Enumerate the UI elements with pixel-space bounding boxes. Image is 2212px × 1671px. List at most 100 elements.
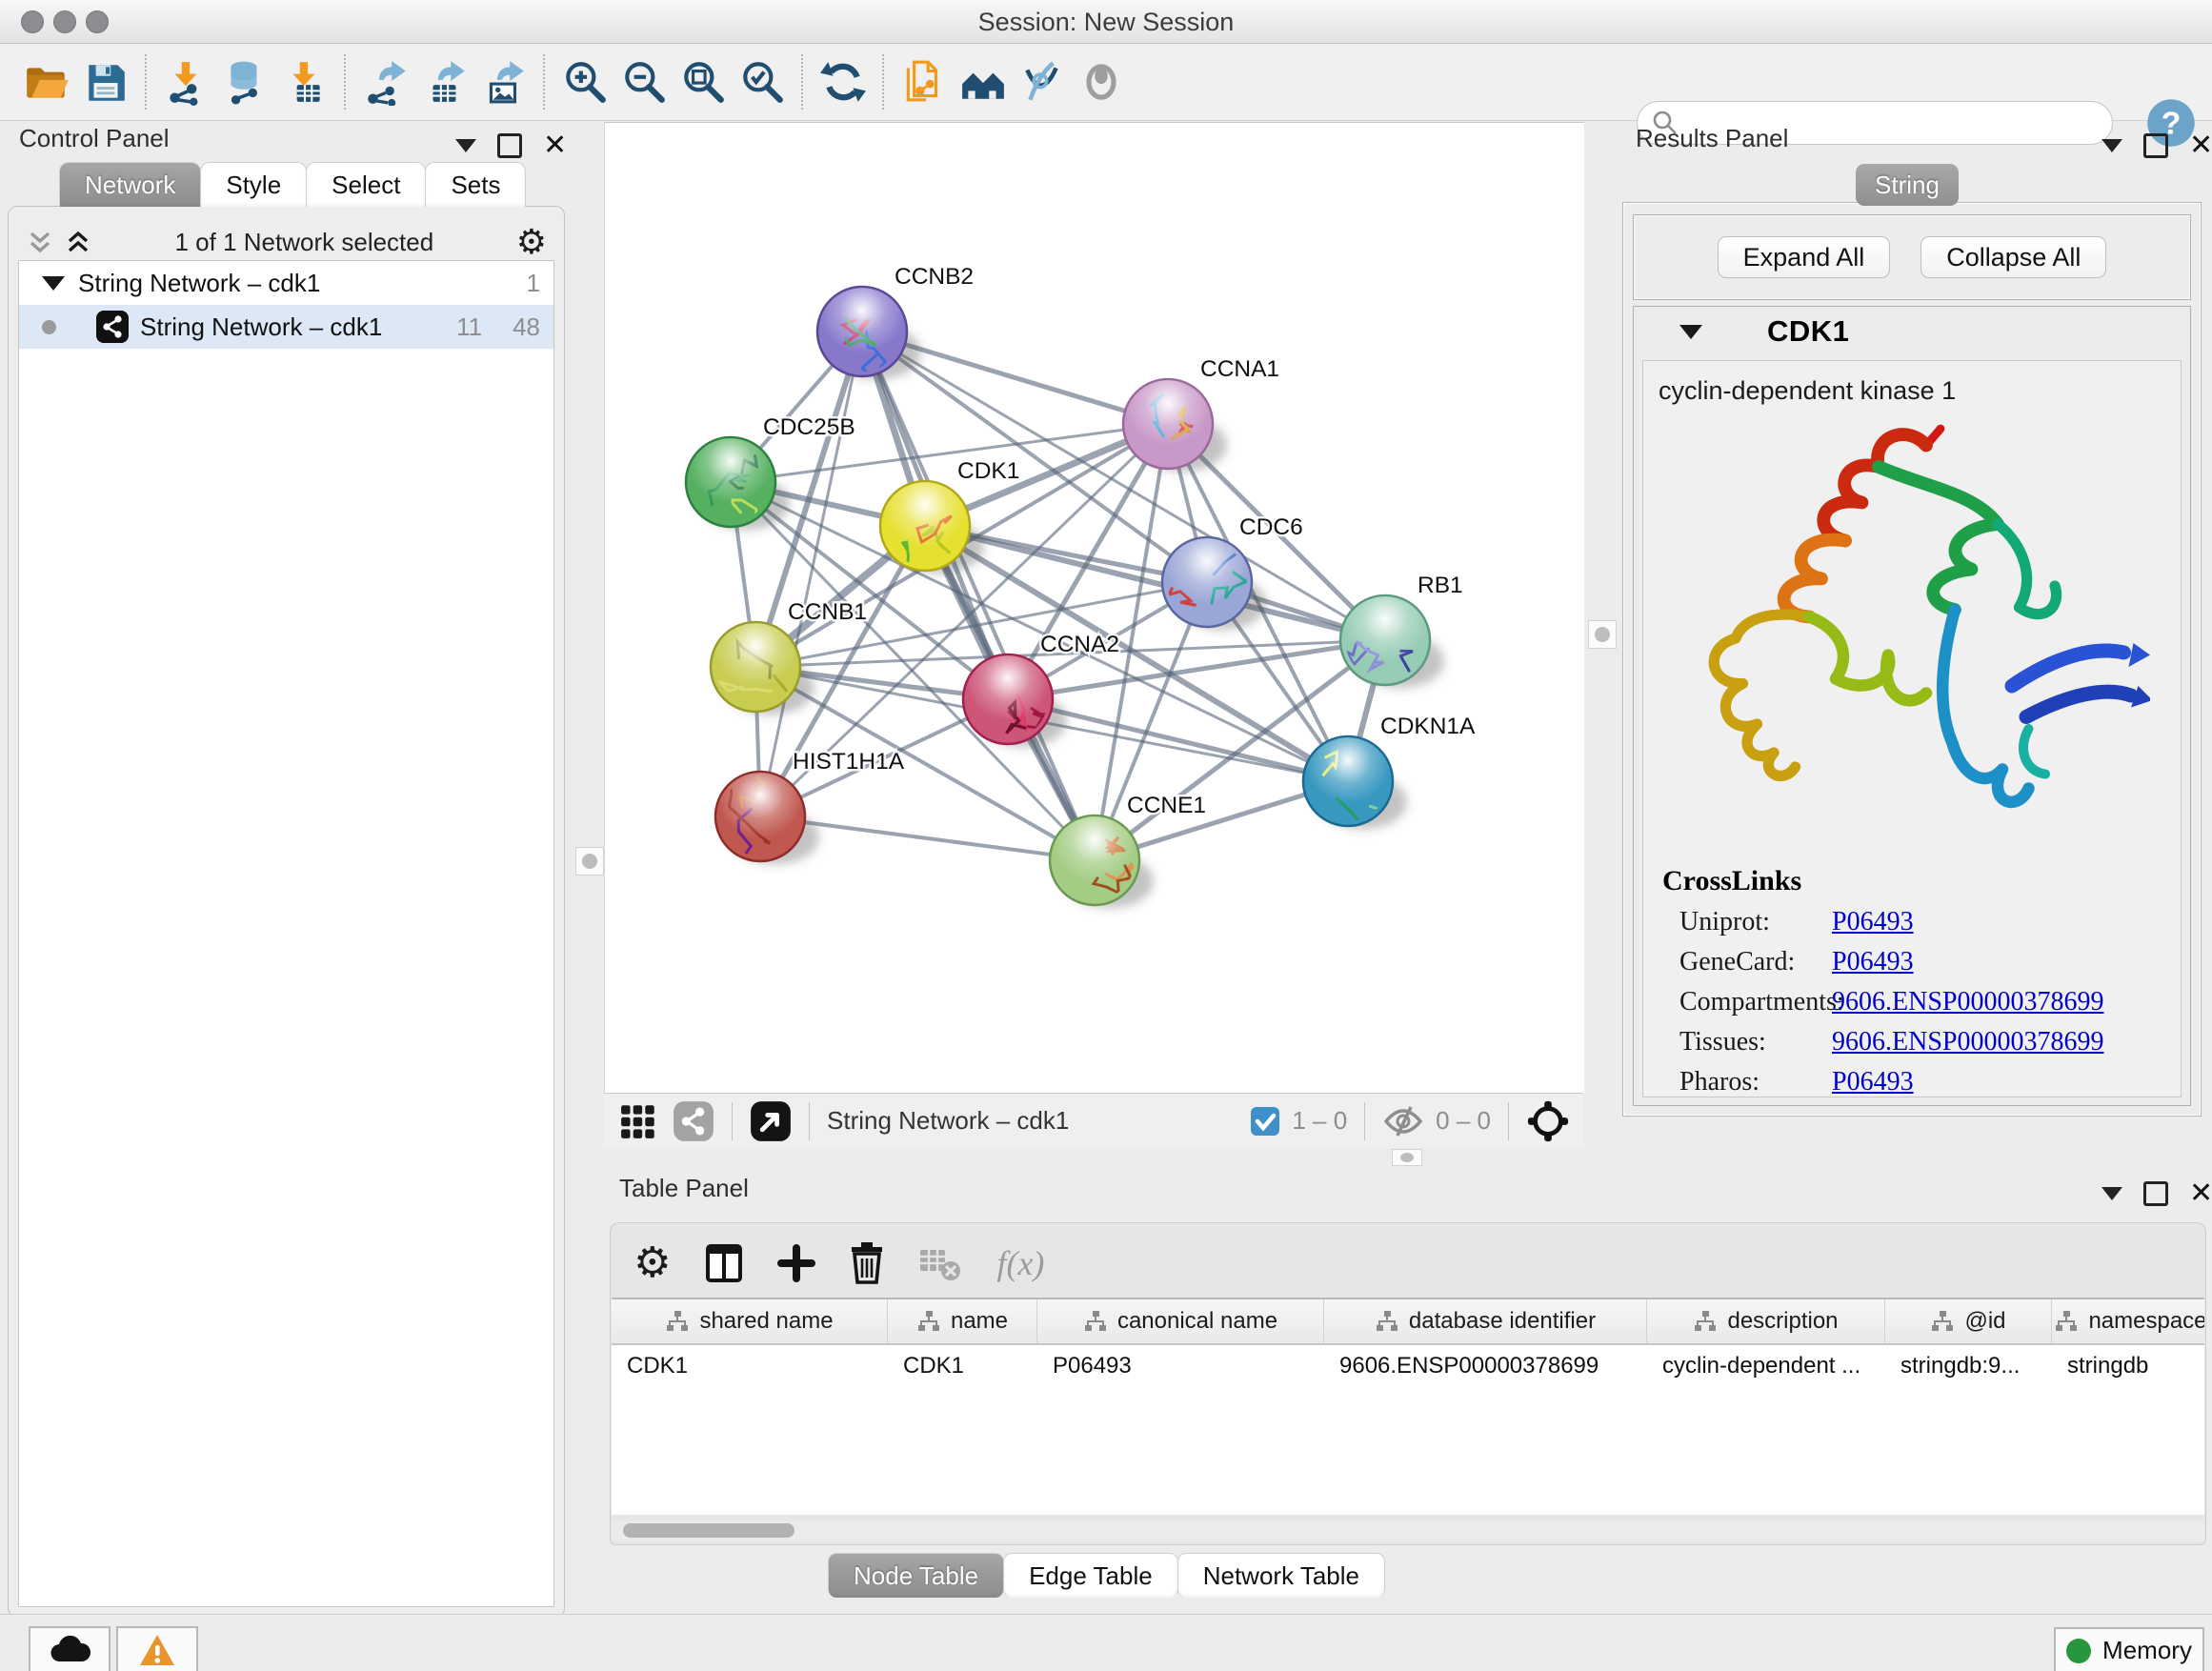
float-panel-icon[interactable] <box>497 133 522 158</box>
network-canvas[interactable]: CCNB2CCNA1CDC25BCDK1CDC6RB1CCNB1CCNA2CDK… <box>604 122 1584 1094</box>
hidden-eye-slash-icon[interactable] <box>1382 1105 1424 1137</box>
edges[interactable] <box>731 332 1385 860</box>
string-home-button[interactable] <box>954 51 1013 112</box>
tab-select[interactable]: Select <box>306 162 426 207</box>
gloss-highlight <box>1124 380 1212 468</box>
function-builder-icon[interactable]: f(x) <box>996 1243 1044 1283</box>
float-panel-icon[interactable] <box>2143 133 2168 158</box>
right-splitter-handle[interactable] <box>1588 620 1617 649</box>
show-columns-icon[interactable] <box>705 1242 743 1284</box>
column-header-namespace[interactable]: namespace <box>2052 1299 2204 1343</box>
import-network-button[interactable] <box>157 51 216 112</box>
import-table-button[interactable] <box>275 51 334 112</box>
zoom-selected-button[interactable] <box>733 51 792 112</box>
automation-status-button[interactable] <box>29 1626 111 1671</box>
delete-table-icon[interactable] <box>918 1244 962 1282</box>
collapse-all-button[interactable]: Collapse All <box>1920 236 2106 278</box>
table-cell[interactable]: cyclin-dependent ... <box>1647 1353 1885 1379</box>
zoom-out-button[interactable] <box>614 51 674 112</box>
birds-eye-view-icon[interactable] <box>750 1100 792 1142</box>
table-cell[interactable]: CDK1 <box>888 1353 1037 1379</box>
horizontal-splitter-handle[interactable] <box>1392 1149 1422 1166</box>
collapse-panel-icon[interactable] <box>2101 1187 2122 1200</box>
table-horizontal-scrollbar[interactable] <box>612 1520 2204 1541</box>
column-header-shared-name[interactable]: shared name <box>612 1299 888 1343</box>
export-table-button[interactable] <box>415 51 474 112</box>
open-session-button[interactable] <box>17 51 76 112</box>
node-label: CCNB1 <box>788 599 867 625</box>
float-panel-icon[interactable] <box>2143 1181 2168 1206</box>
pan-crosshair-icon[interactable] <box>1526 1099 1570 1143</box>
glass-effect-button[interactable] <box>1013 51 1072 112</box>
collapse-panel-icon[interactable] <box>2101 139 2122 152</box>
table-body: CDK1CDK1P064939606.ENSP00000378699cyclin… <box>612 1345 2204 1387</box>
protein-description: cyclin-dependent kinase 1 <box>1659 376 2181 406</box>
left-splitter-handle[interactable] <box>575 847 604 876</box>
close-panel-icon[interactable]: ✕ <box>543 136 567 155</box>
network-collection-row[interactable]: String Network – cdk1 1 <box>19 261 553 305</box>
collection-expand-icon[interactable] <box>42 276 65 291</box>
warnings-button[interactable] <box>116 1626 198 1671</box>
close-panel-icon[interactable]: ✕ <box>2189 136 2212 155</box>
table-cell[interactable]: stringdb <box>2052 1353 2204 1379</box>
crosslink-link[interactable]: P06493 <box>1832 1067 1914 1097</box>
save-session-button[interactable] <box>76 51 135 112</box>
column-header-description[interactable]: description <box>1647 1299 1885 1343</box>
string-network-graph[interactable]: CCNB2CCNA1CDC25BCDK1CDC6RB1CCNB1CCNA2CDK… <box>605 123 1584 1094</box>
expand-all-button[interactable]: Expand All <box>1718 236 1891 278</box>
node-CDK1[interactable]: CDK1 <box>880 458 1019 574</box>
scrollbar-thumb[interactable] <box>623 1523 794 1538</box>
network-badge-icon[interactable] <box>673 1100 714 1142</box>
table-cell[interactable]: P06493 <box>1037 1353 1324 1379</box>
tab-network-table[interactable]: Network Table <box>1177 1553 1385 1598</box>
section-expand-icon[interactable] <box>1679 325 1702 339</box>
table-options-gear-icon[interactable]: ⚙ <box>633 1246 671 1280</box>
export-image-button[interactable] <box>474 51 533 112</box>
create-column-icon[interactable] <box>777 1244 815 1282</box>
edge-CCNB2-CCNE1[interactable] <box>862 332 1095 860</box>
node-CCNB2[interactable]: CCNB2 <box>817 264 974 378</box>
network-row-selected[interactable]: String Network – cdk1 11 48 <box>19 305 553 349</box>
grid-view-icon[interactable] <box>619 1101 659 1141</box>
zoom-in-button[interactable] <box>555 51 614 112</box>
tab-node-table[interactable]: Node Table <box>828 1553 1004 1598</box>
crosslink-link[interactable]: P06493 <box>1832 907 1914 937</box>
expand-all-networks-icon[interactable] <box>64 228 92 256</box>
string-import-button[interactable] <box>895 51 954 112</box>
zoom-fit-button[interactable] <box>674 51 733 112</box>
column-header--id[interactable]: @id <box>1885 1299 2052 1343</box>
table-row[interactable]: CDK1CDK1P064939606.ENSP00000378699cyclin… <box>612 1345 2204 1387</box>
refresh-view-button[interactable] <box>814 51 873 112</box>
import-network-from-database-button[interactable] <box>216 51 275 112</box>
column-header-database-identifier[interactable]: database identifier <box>1324 1299 1647 1343</box>
node-CCNA1[interactable]: CCNA1 <box>1123 356 1279 469</box>
crosslink-link[interactable]: 9606.ENSP00000378699 <box>1832 1027 2103 1057</box>
memory-button[interactable]: Memory <box>2054 1627 2204 1671</box>
export-network-button[interactable] <box>356 51 415 112</box>
table-cell[interactable]: CDK1 <box>612 1353 888 1379</box>
table-cell[interactable]: 9606.ENSP00000378699 <box>1324 1353 1647 1379</box>
selected-checkbox-icon[interactable] <box>1250 1106 1280 1137</box>
show-enhanced-labels-button[interactable] <box>1072 51 1131 112</box>
node-CCNB1[interactable]: CCNB1 <box>711 599 867 712</box>
table-type-tabs: Node TableEdge TableNetwork Table <box>0 1553 2212 1598</box>
crosslink-link[interactable]: P06493 <box>1832 947 1914 977</box>
collapse-panel-icon[interactable] <box>455 139 476 152</box>
tab-edge-table[interactable]: Edge Table <box>1003 1553 1178 1598</box>
table-cell[interactable]: stringdb:9... <box>1885 1353 2052 1379</box>
delete-column-icon[interactable] <box>850 1242 884 1284</box>
eye-orb-icon <box>1077 58 1125 106</box>
crosslink-link[interactable]: 9606.ENSP00000378699 <box>1832 987 2103 1017</box>
tab-network[interactable]: Network <box>59 162 201 207</box>
network-options-gear-icon[interactable]: ⚙ <box>516 225 547 259</box>
node-RB1[interactable]: RB1 <box>1337 573 1463 685</box>
tab-sets[interactable]: Sets <box>425 162 526 207</box>
column-header-name[interactable]: name <box>888 1299 1037 1343</box>
node-label: CDC6 <box>1239 514 1303 540</box>
collapse-all-networks-icon[interactable] <box>26 228 54 256</box>
results-tab-string[interactable]: String <box>1856 164 1959 206</box>
protein-section-header[interactable]: CDK1 <box>1634 307 2190 356</box>
close-panel-icon[interactable]: ✕ <box>2189 1184 2212 1203</box>
tab-style[interactable]: Style <box>200 162 307 207</box>
column-header-canonical-name[interactable]: canonical name <box>1037 1299 1324 1343</box>
